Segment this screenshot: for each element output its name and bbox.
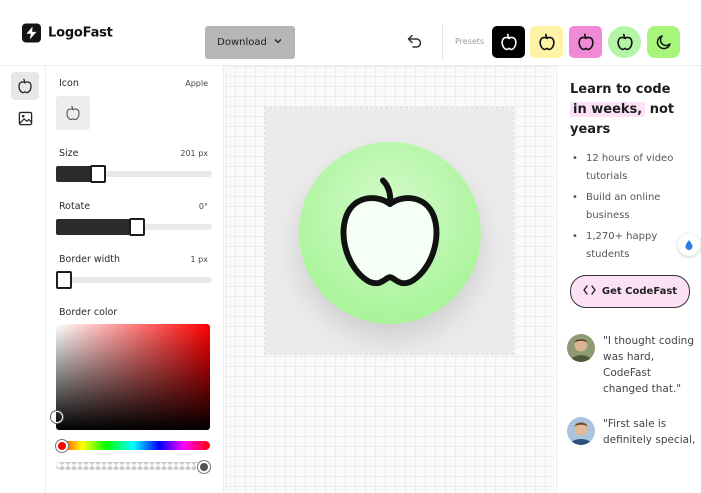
lightning-icon: [22, 23, 41, 43]
preset-5[interactable]: [647, 26, 680, 58]
promo-title: Learn to code in weeks, not years: [570, 80, 695, 140]
presets-label: Presets: [455, 37, 485, 46]
rotate-value: 0°: [198, 202, 208, 211]
color-picker-cursor[interactable]: [51, 411, 63, 423]
icon-picker-button[interactable]: [56, 96, 90, 130]
download-button[interactable]: Download: [205, 26, 295, 59]
apple-icon: [616, 33, 633, 51]
border-width-label: Border width: [59, 254, 121, 265]
apple-icon: [340, 177, 440, 287]
get-codefast-button[interactable]: Get CodeFast: [570, 275, 690, 308]
avatar: [567, 334, 595, 362]
rotate-slider-fill: [56, 219, 137, 235]
rotate-slider[interactable]: [56, 218, 212, 236]
avatar: [567, 417, 595, 445]
editor-canvas[interactable]: [225, 66, 555, 493]
code-icon: [583, 285, 596, 298]
chevron-down-icon: [273, 36, 283, 49]
promo-title-highlight: in weeks,: [570, 102, 646, 117]
apple-icon: [500, 33, 517, 51]
codefast-promo-panel: Learn to code in weeks, not years 12 hou…: [556, 66, 701, 493]
alpha-slider-thumb[interactable]: [198, 461, 210, 473]
icon-settings-panel: Icon Apple Size 201 px Rotate 0° Border …: [46, 66, 224, 493]
rotate-label: Rotate: [59, 201, 91, 212]
alpha-slider[interactable]: [56, 462, 210, 470]
color-drop-button[interactable]: [678, 234, 700, 256]
border-width-slider[interactable]: [56, 271, 212, 289]
moon-icon: [656, 35, 671, 50]
preset-1[interactable]: [492, 26, 525, 58]
rail-icon-tab[interactable]: [11, 72, 39, 100]
header-divider: [442, 24, 443, 60]
border-color-label: Border color: [59, 307, 118, 318]
hue-slider-thumb[interactable]: [56, 440, 68, 452]
size-value: 201 px: [180, 149, 208, 158]
cta-label: Get CodeFast: [601, 286, 678, 297]
promo-bullets: 12 hours of video tutorials Build an onl…: [570, 150, 695, 267]
preset-4[interactable]: [608, 26, 641, 58]
top-bar: LogoFast Download Presets: [0, 0, 701, 66]
brand-name: LogoFast: [48, 25, 113, 41]
download-label: Download: [217, 37, 267, 48]
brand-logo[interactable]: LogoFast: [22, 23, 113, 43]
apple-icon: [66, 105, 80, 121]
droplet-icon: [683, 236, 695, 255]
promo-bullet: Build an online business: [570, 189, 695, 225]
testimonial-quote: "First sale is definitely special,: [603, 418, 696, 446]
undo-button[interactable]: [405, 32, 425, 52]
border-width-value: 1 px: [190, 255, 208, 264]
rail-background-tab[interactable]: [11, 104, 39, 132]
size-label: Size: [59, 148, 79, 159]
promo-title-part1: Learn to code: [570, 82, 671, 97]
size-slider-thumb[interactable]: [90, 165, 106, 183]
logo-preview[interactable]: [299, 142, 481, 324]
rotate-slider-thumb[interactable]: [129, 218, 145, 236]
icon-label: Icon: [59, 78, 79, 89]
apple-icon: [577, 33, 594, 51]
tool-rail: [0, 66, 46, 493]
apple-icon: [538, 33, 555, 51]
hue-slider[interactable]: [56, 441, 210, 450]
icon-value: Apple: [185, 79, 208, 88]
testimonial-quote: "I thought coding was hard, CodeFast cha…: [603, 335, 694, 395]
border-width-slider-thumb[interactable]: [56, 271, 72, 289]
promo-bullet: 12 hours of video tutorials: [570, 150, 695, 186]
size-slider[interactable]: [56, 165, 212, 183]
color-saturation-picker[interactable]: [56, 324, 210, 430]
promo-bullet: 1,270+ happy students: [570, 228, 695, 264]
preset-2[interactable]: [530, 26, 563, 58]
apple-icon: [18, 78, 32, 94]
image-icon: [18, 111, 32, 125]
undo-icon: [407, 33, 423, 52]
preset-3[interactable]: [569, 26, 602, 58]
